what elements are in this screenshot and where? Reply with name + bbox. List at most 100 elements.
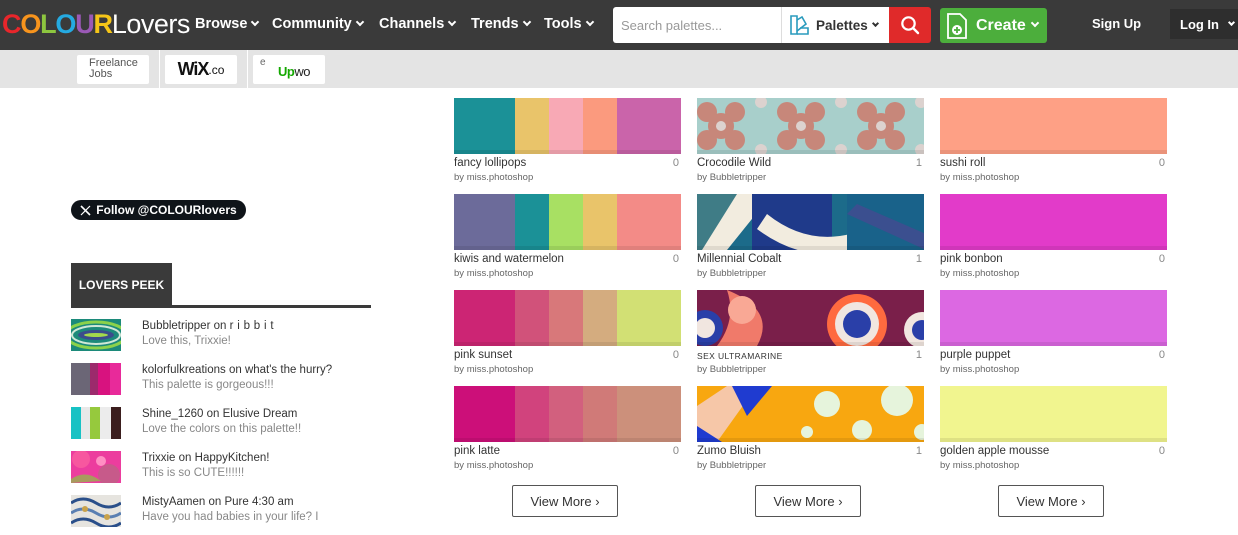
author-link[interactable]: miss.photoshop: [467, 268, 534, 279]
color-title[interactable]: golden apple mousse: [940, 445, 1049, 457]
log-in-button[interactable]: Log In: [1170, 9, 1238, 39]
swatch-shade: [940, 150, 1167, 154]
peek-user[interactable]: MistyAamen: [142, 496, 205, 508]
peek-user[interactable]: Shine_1260: [142, 408, 203, 420]
peek-comment: This palette is gorgeous!!!: [142, 379, 274, 391]
peek-item[interactable]: MistyAamen on Pure 4:30 am Have you had …: [71, 495, 391, 535]
palette-swatch[interactable]: [454, 194, 681, 250]
pattern-swatch[interactable]: [697, 98, 924, 154]
upwork-ad[interactable]: e Upwo: [253, 55, 325, 84]
author-link[interactable]: miss.photoshop: [467, 364, 534, 375]
peek-title: Trixxie on HappyKitchen!: [142, 452, 269, 464]
palette-title[interactable]: fancy lollipops: [454, 157, 526, 169]
peek-thumbnail[interactable]: [71, 319, 121, 351]
color-stripe: [454, 98, 516, 154]
palette-swatch[interactable]: [454, 290, 681, 346]
color-stripe: [515, 98, 550, 154]
peek-user[interactable]: Trixxie: [142, 452, 175, 464]
search-input[interactable]: [613, 7, 781, 43]
peek-title: Shine_1260 on Elusive Dream: [142, 408, 297, 420]
nav-browse-label: Browse: [195, 16, 248, 32]
palette-title[interactable]: kiwis and watermelon: [454, 253, 564, 265]
palette-swatch[interactable]: [454, 98, 681, 154]
color-title[interactable]: sushi roll: [940, 157, 985, 169]
peek-item[interactable]: kolorfulkreations on what's the hurry? T…: [71, 363, 391, 403]
author-link[interactable]: miss.photoshop: [953, 460, 1020, 471]
swatch-shade: [454, 342, 681, 346]
freelance-line2: Jobs: [89, 68, 113, 80]
wix-ad[interactable]: WiX .co: [165, 55, 237, 84]
nav-browse[interactable]: Browse: [195, 16, 260, 32]
by-label: by: [454, 172, 465, 183]
nav-trends[interactable]: Trends: [471, 16, 531, 32]
create-button[interactable]: Create: [940, 8, 1047, 43]
peek-item[interactable]: Bubbletripper on r i b b i t Love this, …: [71, 319, 391, 359]
pattern-title[interactable]: Zumo Bluish: [697, 445, 761, 457]
author-link[interactable]: miss.photoshop: [953, 268, 1020, 279]
color-card: pink bonbon 0 by miss.photoshop: [940, 194, 1169, 282]
author-link[interactable]: Bubbletripper: [710, 460, 767, 471]
pattern-title[interactable]: Crocodile Wild: [697, 157, 771, 169]
peek-target[interactable]: Pure 4:30 am: [224, 496, 293, 508]
search-box: [613, 7, 781, 43]
pattern-image: [697, 386, 924, 442]
view-more-patterns-button[interactable]: View More ›: [755, 485, 861, 517]
upwork-up: Up: [278, 64, 295, 79]
sign-up-link[interactable]: Sign Up: [1092, 16, 1141, 31]
nav-trends-label: Trends: [471, 16, 519, 32]
pattern-swatch[interactable]: [697, 194, 924, 250]
pattern-title[interactable]: Millennial Cobalt: [697, 253, 781, 265]
author-link[interactable]: Bubbletripper: [710, 364, 767, 375]
palette-title[interactable]: pink sunset: [454, 349, 512, 361]
nav-tools[interactable]: Tools: [544, 16, 594, 32]
swatch-shade: [454, 150, 681, 154]
color-stripe: [549, 98, 584, 154]
lovers-peek-tab[interactable]: LOVERS PEEK: [71, 263, 172, 307]
color-swatch[interactable]: [940, 290, 1167, 346]
palette-title[interactable]: pink latte: [454, 445, 500, 457]
palette-swatch[interactable]: [454, 386, 681, 442]
peek-target[interactable]: HappyKitchen!: [195, 452, 270, 464]
color-swatch[interactable]: [940, 98, 1167, 154]
peek-target[interactable]: what's the hurry?: [245, 364, 332, 376]
author-link[interactable]: miss.photoshop: [953, 172, 1020, 183]
peek-user[interactable]: Bubbletripper: [142, 320, 210, 332]
peek-item[interactable]: Shine_1260 on Elusive Dream Love the col…: [71, 407, 391, 447]
peek-thumbnail[interactable]: [71, 363, 121, 395]
pattern-title[interactable]: SEX ULTRAMARINE: [697, 351, 783, 361]
author-link[interactable]: Bubbletripper: [710, 172, 767, 183]
view-more-palettes-button[interactable]: View More ›: [512, 485, 618, 517]
search-type-select[interactable]: Palettes: [781, 7, 889, 43]
color-swatch[interactable]: [940, 194, 1167, 250]
logo-letter: O: [20, 9, 41, 39]
view-more-colors-button[interactable]: View More ›: [998, 485, 1104, 517]
peek-target[interactable]: Elusive Dream: [223, 408, 298, 420]
follow-on-x-button[interactable]: Follow @COLOURlovers: [71, 200, 246, 220]
pattern-swatch[interactable]: [697, 386, 924, 442]
peek-user[interactable]: kolorfulkreations: [142, 364, 226, 376]
by-label: by: [454, 460, 465, 471]
freelance-jobs-ad[interactable]: Freelance Jobs: [77, 55, 149, 84]
peek-item[interactable]: Trixxie on HappyKitchen! This is so CUTE…: [71, 451, 391, 491]
pattern-swatch[interactable]: [697, 290, 924, 346]
color-title[interactable]: purple puppet: [940, 349, 1010, 361]
search-button[interactable]: [889, 7, 931, 43]
logo-letter: R: [93, 9, 114, 39]
color-swatch[interactable]: [940, 386, 1167, 442]
author-link[interactable]: miss.photoshop: [467, 460, 534, 471]
nav-community[interactable]: Community: [272, 16, 364, 32]
nav-channels[interactable]: Channels: [379, 16, 457, 32]
nav-channels-label: Channels: [379, 16, 445, 32]
author-link[interactable]: Bubbletripper: [710, 268, 767, 279]
peek-target[interactable]: r i b b i t: [230, 320, 274, 332]
peek-thumbnail[interactable]: [71, 451, 121, 483]
author-link[interactable]: miss.photoshop: [953, 364, 1020, 375]
peek-thumbnail[interactable]: [71, 407, 121, 439]
peek-thumbnail[interactable]: [71, 495, 121, 527]
site-logo[interactable]: COLOURLovers: [2, 10, 190, 38]
upwork-wo: wo: [294, 64, 310, 79]
search-type-label: Palettes: [816, 17, 868, 33]
author-link[interactable]: miss.photoshop: [467, 172, 534, 183]
color-title[interactable]: pink bonbon: [940, 253, 1003, 265]
pattern-image: [697, 290, 924, 346]
